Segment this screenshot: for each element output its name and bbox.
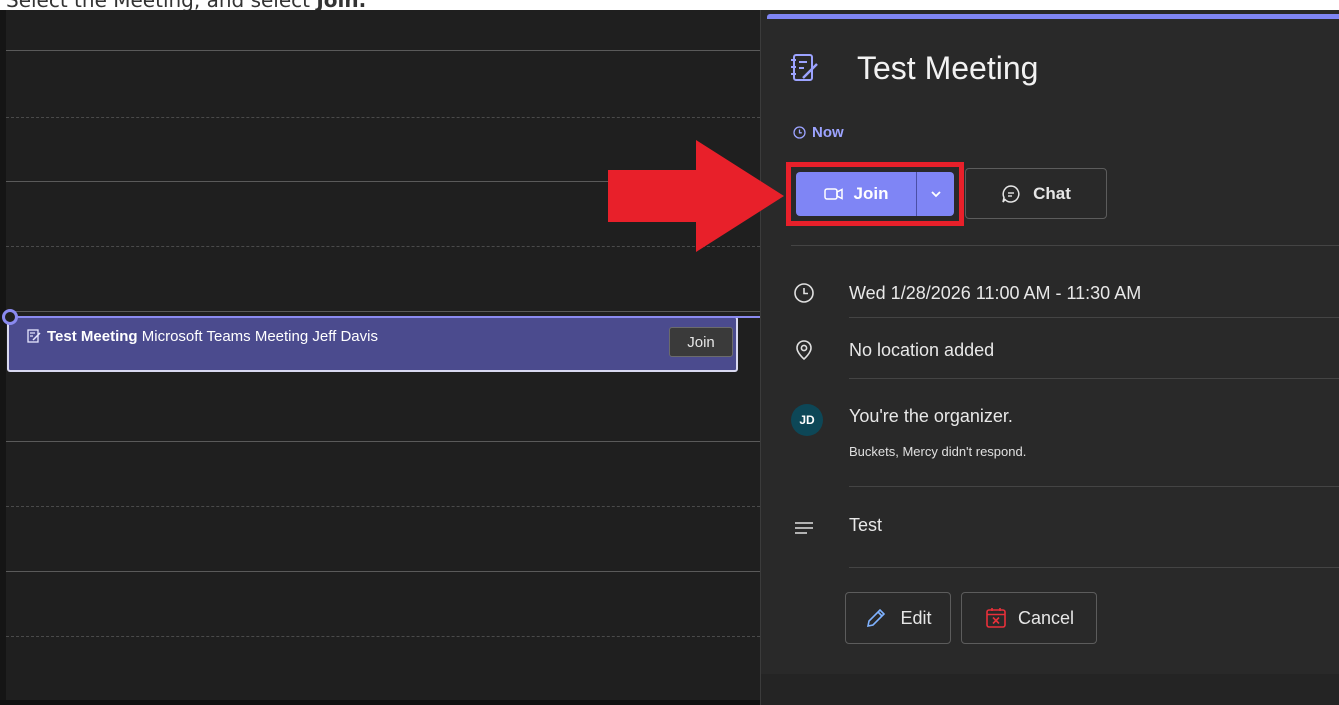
event-join-button[interactable]: Join [669, 327, 733, 357]
chevron-down-icon [930, 191, 941, 198]
divider [849, 567, 1339, 568]
edit-button[interactable]: Edit [845, 592, 951, 644]
hour-line [6, 571, 760, 572]
chat-icon [1002, 184, 1020, 203]
instruction-caption: Select the Meeting, and select Join. [0, 0, 1339, 10]
half-hour-line [6, 636, 760, 637]
notes-icon [791, 54, 818, 81]
notes-icon [27, 329, 41, 343]
caption-bold: Join. [316, 0, 366, 10]
meeting-location: No location added [849, 340, 995, 360]
meeting-status: Now [793, 124, 844, 141]
event-details: Microsoft Teams Meeting Jeff Davis [141, 328, 378, 345]
current-time-line [8, 316, 760, 318]
chat-label: Chat [1033, 183, 1071, 203]
join-options-button[interactable] [917, 172, 954, 216]
hour-line [6, 50, 760, 51]
text-lines-icon [795, 522, 813, 534]
half-hour-line [6, 506, 760, 507]
clock-icon [794, 283, 814, 303]
status-label: Now [812, 124, 844, 141]
calendar-bottom-bar [0, 700, 760, 705]
divider [849, 317, 1339, 318]
join-label: Join [853, 184, 889, 203]
cancel-label: Cancel [1017, 607, 1075, 628]
calendar-day-grid: Test Meeting Microsoft Teams Meeting Jef… [0, 10, 760, 705]
panel-accent-bar [767, 14, 1339, 19]
current-time-dot [2, 309, 18, 325]
calendar-event[interactable]: Test Meeting Microsoft Teams Meeting Jef… [7, 316, 738, 372]
response-status-text: Buckets, Mercy didn't respond. [849, 444, 1027, 459]
event-title: Test Meeting [47, 328, 138, 345]
divider [791, 245, 1339, 246]
calendar-left-edge [0, 10, 6, 705]
meeting-title: Test Meeting [857, 50, 1039, 86]
divider [849, 486, 1339, 487]
calendar-cancel-icon [986, 608, 1006, 628]
edit-label: Edit [900, 607, 932, 628]
meeting-description: Test [849, 515, 883, 535]
join-button[interactable]: Join [796, 172, 916, 216]
half-hour-line [6, 117, 760, 118]
location-icon [796, 340, 812, 361]
hour-line [6, 311, 760, 312]
pencil-icon [867, 608, 886, 628]
hour-line [6, 441, 760, 442]
organizer-avatar: JD [791, 404, 823, 436]
divider [849, 378, 1339, 379]
organizer-text: You're the organizer. [849, 406, 1013, 426]
chat-button[interactable]: Chat [965, 168, 1107, 219]
panel-footer [761, 674, 1339, 705]
meeting-datetime: Wed 1/28/2026 11:00 AM - 11:30 AM [849, 283, 1142, 303]
caption-prefix: Select the Meeting, and select [6, 0, 316, 10]
clock-icon [793, 126, 806, 139]
meeting-detail-panel: Test Meeting Now Join Chat Wed 1/28/2026… [760, 10, 1339, 705]
video-camera-icon [823, 188, 843, 200]
cancel-button[interactable]: Cancel [961, 592, 1097, 644]
arrow-icon [608, 140, 784, 252]
